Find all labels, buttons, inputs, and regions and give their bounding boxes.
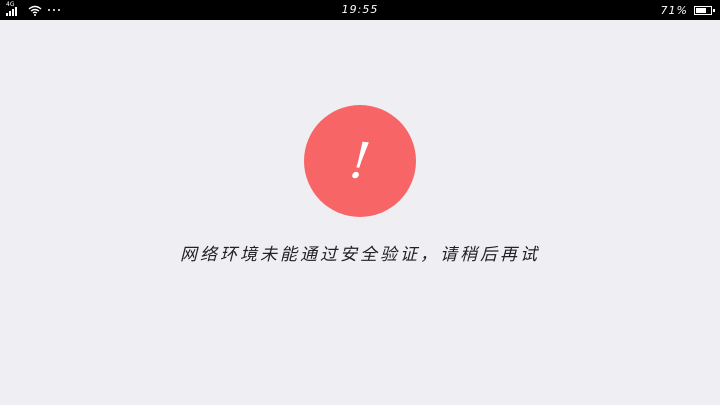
exclamation-icon: ! (346, 131, 374, 191)
battery-percent: 71% (660, 3, 688, 17)
error-circle: ! (304, 105, 416, 217)
status-bar: 4G 19:55 71% (0, 0, 720, 20)
status-bar-right: 71% (660, 2, 715, 18)
main-content: ! 网络环境未能通过安全验证，请稍后再试 (0, 20, 720, 405)
battery-tip (713, 8, 715, 12)
status-bar-time: 19:55 (341, 3, 379, 16)
battery-icon (694, 5, 715, 15)
battery-fill (696, 7, 706, 13)
error-message: 网络环境未能通过安全验证，请稍后再试 (180, 245, 540, 265)
